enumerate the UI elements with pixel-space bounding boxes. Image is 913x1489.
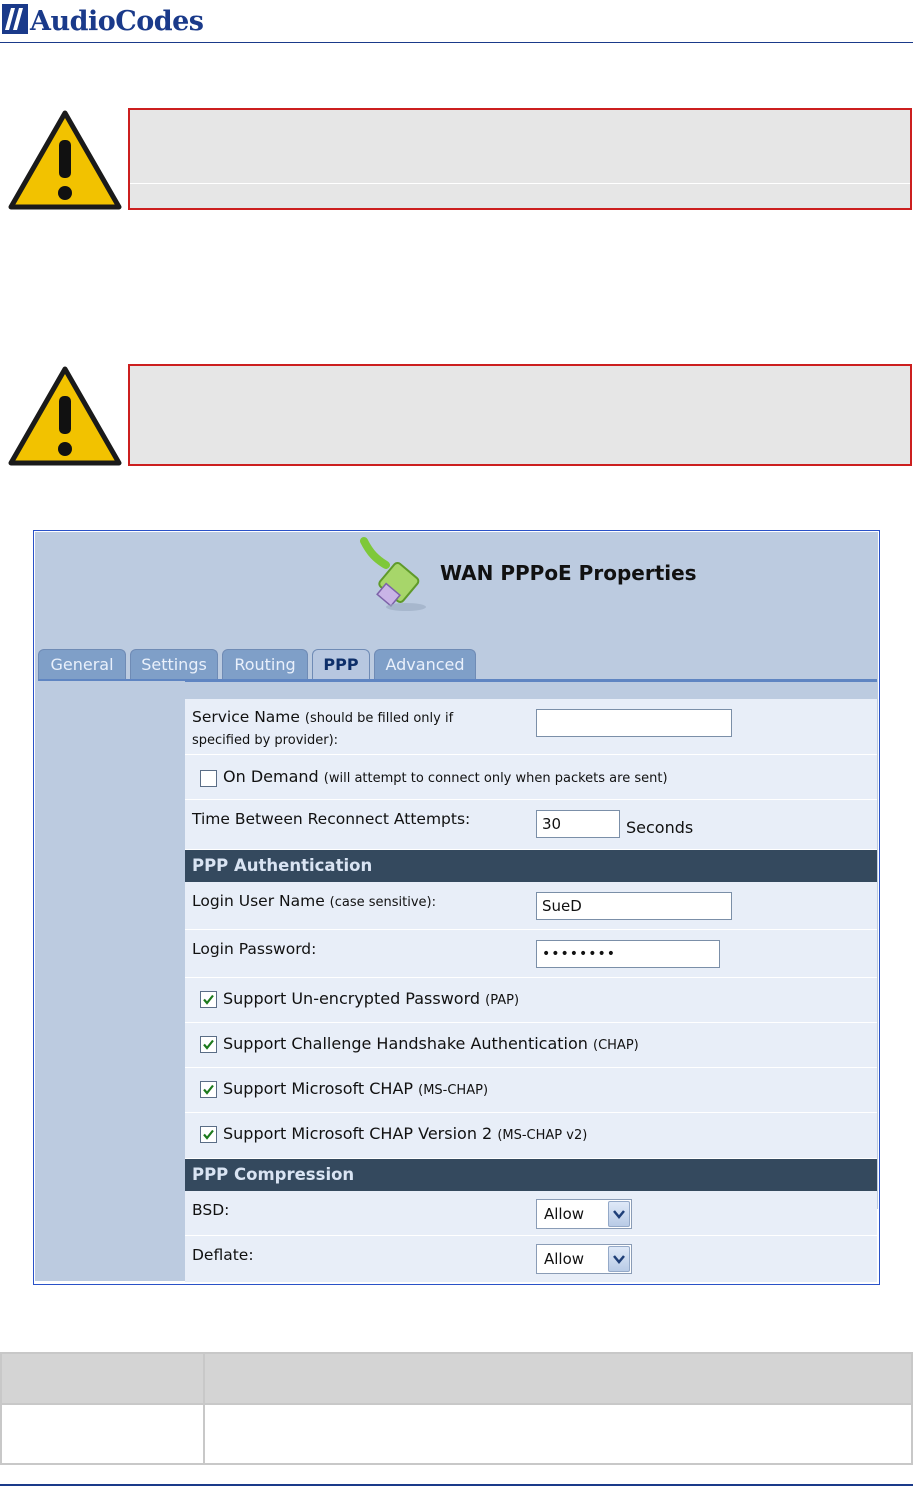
deflate-row: Deflate: Allow [185,1236,877,1282]
parameter-table [0,1352,913,1465]
login-password-row: Login Password: •••••••• [185,930,877,978]
checkmark-icon [203,1129,214,1140]
tab-advanced[interactable]: Advanced [374,649,476,679]
panel-title: WAN PPPoE Properties [440,561,697,585]
ppp-authentication-section: PPP Authentication [185,850,877,882]
tab-routing[interactable]: Routing [222,649,308,679]
brand-logo-text: AudioCodes [30,6,204,37]
audiocodes-logo-icon [2,4,28,34]
service-name-hint-2: specified by provider): [192,733,339,748]
table-cell [0,1403,205,1465]
chap-row: Support Challenge Handshake Authenticati… [185,1023,877,1068]
ms-chap-v2-checkbox[interactable] [200,1126,217,1143]
chap-checkbox[interactable] [200,1036,217,1053]
chevron-down-icon [608,1201,630,1227]
ms-chap-v2-label: Support Microsoft CHAP Version 2 [223,1124,493,1143]
wan-pppoe-properties-panel: WAN PPPoE Properties General Settings Ro… [33,530,880,1285]
warning-icon [8,366,122,466]
pap-hint: (PAP) [485,993,520,1008]
login-user-label: Login User Name [192,892,325,910]
ms-chap-hint: (MS-CHAP) [418,1083,489,1098]
ms-chap-v2-row: Support Microsoft CHAP Version 2 (MS-CHA… [185,1113,877,1159]
reconnect-label: Time Between Reconnect Attempts: [192,810,471,828]
checkmark-icon [203,994,214,1005]
tab-settings[interactable]: Settings [130,649,218,679]
bsd-label: BSD: [192,1201,230,1219]
deflate-selected-value: Allow [544,1250,585,1268]
on-demand-checkbox[interactable] [200,770,217,787]
reconnect-row: Time Between Reconnect Attempts: 30 Seco… [185,800,877,850]
table-row [0,1403,913,1465]
header-divider [0,42,913,43]
footer-divider [0,1484,913,1486]
tab-ppp[interactable]: PPP [312,649,370,679]
bsd-row: BSD: Allow [185,1191,877,1236]
page-header: AudioCodes [0,0,913,44]
table-header-row [0,1352,913,1405]
pap-label: Support Un-encrypted Password [223,989,481,1008]
warning-note-box [128,108,912,210]
warning-icon [8,110,122,210]
on-demand-label: On Demand [223,767,319,786]
checkmark-icon [203,1039,214,1050]
login-user-row: Login User Name (case sensitive): SueD [185,882,877,930]
pap-checkbox[interactable] [200,991,217,1008]
ms-chap-checkbox[interactable] [200,1081,217,1098]
chap-hint: (CHAP) [593,1038,639,1053]
login-user-hint: (case sensitive): [329,895,437,910]
chevron-down-icon [608,1246,630,1272]
deflate-select[interactable]: Allow [536,1244,632,1274]
table-cell [203,1403,913,1465]
bsd-selected-value: Allow [544,1205,585,1223]
checkmark-icon [203,1084,214,1095]
ms-chap-label: Support Microsoft CHAP [223,1079,414,1098]
bsd-select[interactable]: Allow [536,1199,632,1229]
left-column [35,681,185,1281]
on-demand-hint: (will attempt to connect only when packe… [323,771,668,786]
deflate-label: Deflate: [192,1246,254,1264]
service-name-hint: (should be filled only if [304,711,454,726]
service-name-input[interactable] [536,709,732,737]
login-user-input[interactable]: SueD [536,892,732,920]
chap-label: Support Challenge Handshake Authenticati… [223,1034,588,1053]
ms-chap-v2-hint: (MS-CHAP v2) [497,1128,588,1143]
network-cable-icon [360,537,426,611]
service-name-label: Service Name [192,708,300,726]
reconnect-seconds-input[interactable]: 30 [536,810,620,838]
tab-general[interactable]: General [38,649,126,679]
on-demand-row: On Demand (will attempt to connect only … [185,755,877,800]
login-password-label: Login Password: [192,940,317,958]
warning-note-box [128,364,912,466]
table-header-cell [203,1352,913,1405]
pap-row: Support Un-encrypted Password (PAP) [185,978,877,1023]
table-header-cell [0,1352,205,1405]
reconnect-unit: Seconds [626,818,694,837]
section-title: PPP Compression [192,1165,355,1184]
ms-chap-row: Support Microsoft CHAP (MS-CHAP) [185,1068,877,1113]
service-name-row: Service Name (should be filled only if s… [185,699,877,755]
login-password-input[interactable]: •••••••• [536,940,720,968]
section-title: PPP Authentication [192,856,373,875]
ppp-compression-section: PPP Compression [185,1159,877,1191]
